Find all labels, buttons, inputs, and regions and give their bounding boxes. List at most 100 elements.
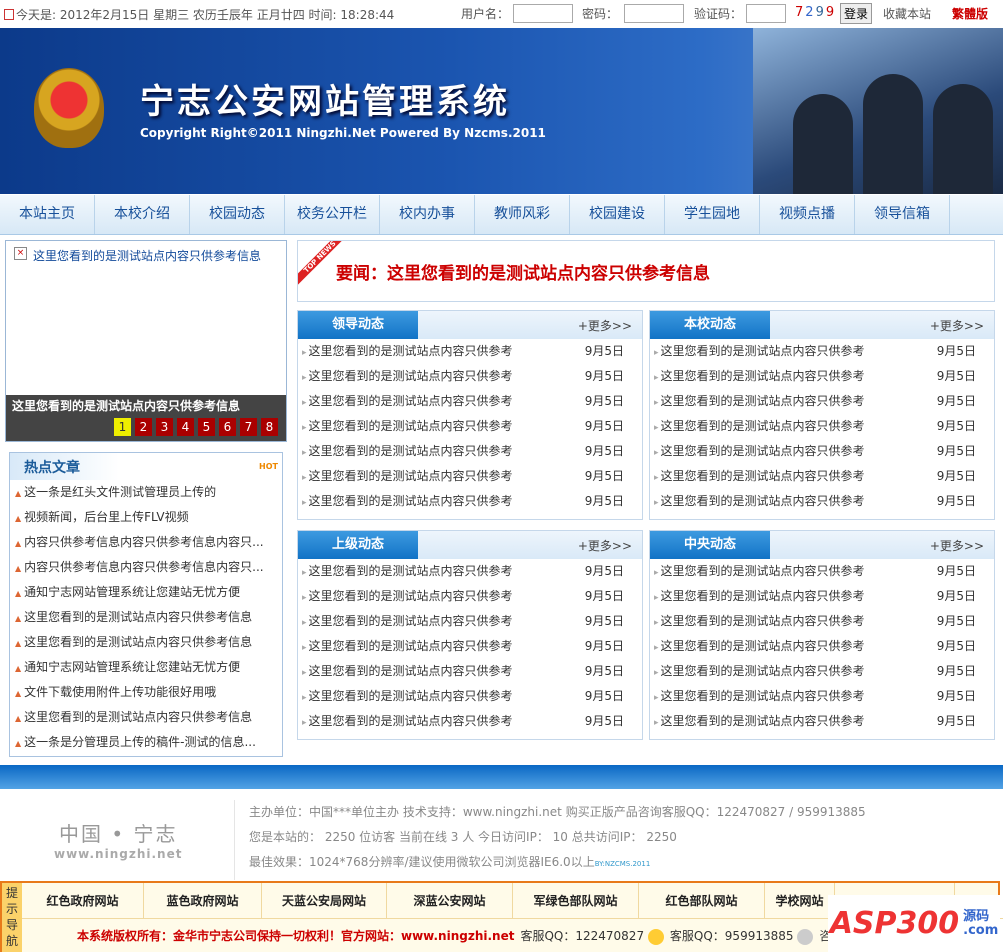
news-item[interactable]: 这里您看到的是测试站点内容只供参考 9月5日	[650, 439, 994, 464]
slide-page-button[interactable]: 1	[114, 418, 131, 436]
hot-article-item[interactable]: 这一条是分管理员上传的稿件-测试的信息...	[10, 730, 282, 755]
slide-page-button[interactable]: 7	[240, 418, 257, 436]
more-link[interactable]: +更多>>	[578, 537, 632, 554]
news-item-title[interactable]: 这里您看到的是测试站点内容只供参考	[654, 709, 865, 734]
news-item-title[interactable]: 这里您看到的是测试站点内容只供参考	[654, 414, 865, 439]
news-item-title[interactable]: 这里您看到的是测试站点内容只供参考	[302, 584, 513, 609]
slide-page-button[interactable]: 6	[219, 418, 236, 436]
news-item-title[interactable]: 这里您看到的是测试站点内容只供参考	[654, 339, 865, 364]
news-item-title[interactable]: 这里您看到的是测试站点内容只供参考	[654, 559, 865, 584]
news-item[interactable]: 这里您看到的是测试站点内容只供参考 9月5日	[298, 464, 642, 489]
news-item[interactable]: 这里您看到的是测试站点内容只供参考 9月5日	[650, 709, 994, 734]
hot-article-item[interactable]: 这里您看到的是测试站点内容只供参考信息	[10, 630, 282, 655]
news-item-title[interactable]: 这里您看到的是测试站点内容只供参考	[302, 339, 513, 364]
news-item[interactable]: 这里您看到的是测试站点内容只供参考 9月5日	[650, 659, 994, 684]
more-link[interactable]: +更多>>	[930, 537, 984, 554]
news-item[interactable]: 这里您看到的是测试站点内容只供参考 9月5日	[298, 659, 642, 684]
hot-article-item[interactable]: 这里您看到的是测试站点内容只供参考信息	[10, 705, 282, 730]
news-item-title[interactable]: 这里您看到的是测试站点内容只供参考	[302, 559, 513, 584]
news-item[interactable]: 这里您看到的是测试站点内容只供参考 9月5日	[298, 414, 642, 439]
nav-item[interactable]: 本校介绍	[95, 195, 190, 234]
slide-page-button[interactable]: 4	[177, 418, 194, 436]
nav-item[interactable]: 校园建设	[570, 195, 665, 234]
news-item-title[interactable]: 这里您看到的是测试站点内容只供参考	[654, 439, 865, 464]
hot-article-item[interactable]: 通知宁志网站管理系统让您建站无忧方便	[10, 655, 282, 680]
bookmark-link[interactable]: 收藏本站	[883, 5, 931, 22]
hot-article-item[interactable]: 内容只供参考信息内容只供参考信息内容只...	[10, 555, 282, 580]
hot-article-item[interactable]: 内容只供参考信息内容只供参考信息内容只...	[10, 530, 282, 555]
news-item[interactable]: 这里您看到的是测试站点内容只供参考 9月5日	[298, 439, 642, 464]
qq-icon[interactable]	[647, 928, 664, 945]
username-input[interactable]	[513, 4, 574, 23]
captcha-input[interactable]	[746, 4, 787, 23]
news-item[interactable]: 这里您看到的是测试站点内容只供参考 9月5日	[650, 489, 994, 514]
news-item-title[interactable]: 这里您看到的是测试站点内容只供参考	[654, 684, 865, 709]
news-item[interactable]: 这里您看到的是测试站点内容只供参考 9月5日	[650, 559, 994, 584]
login-button[interactable]: 登录	[840, 3, 873, 24]
news-item[interactable]: 这里您看到的是测试站点内容只供参考 9月5日	[298, 584, 642, 609]
bottom-nav-link[interactable]: 学校网站	[765, 883, 835, 919]
news-item-title[interactable]: 这里您看到的是测试站点内容只供参考	[302, 439, 513, 464]
news-item-title[interactable]: 这里您看到的是测试站点内容只供参考	[654, 659, 865, 684]
news-item-title[interactable]: 这里您看到的是测试站点内容只供参考	[302, 364, 513, 389]
news-item-title[interactable]: 这里您看到的是测试站点内容只供参考	[302, 634, 513, 659]
nav-item[interactable]: 学生园地	[665, 195, 760, 234]
news-item[interactable]: 这里您看到的是测试站点内容只供参考 9月5日	[298, 364, 642, 389]
nav-item[interactable]: 校园动态	[190, 195, 285, 234]
nav-item[interactable]: 教师风彩	[475, 195, 570, 234]
news-item[interactable]: 这里您看到的是测试站点内容只供参考 9月5日	[650, 414, 994, 439]
news-item-title[interactable]: 这里您看到的是测试站点内容只供参考	[302, 389, 513, 414]
news-item-title[interactable]: 这里您看到的是测试站点内容只供参考	[302, 609, 513, 634]
news-item-title[interactable]: 这里您看到的是测试站点内容只供参考	[302, 684, 513, 709]
news-item[interactable]: 这里您看到的是测试站点内容只供参考 9月5日	[650, 684, 994, 709]
nav-item[interactable]: 本站主页	[0, 195, 95, 234]
news-item[interactable]: 这里您看到的是测试站点内容只供参考 9月5日	[650, 584, 994, 609]
hot-article-item[interactable]: 文件下载使用附件上传功能很好用哦	[10, 680, 282, 705]
bottom-nav-link[interactable]: 军绿色部队网站	[513, 883, 639, 919]
bottom-nav-link[interactable]: 蓝色政府网站	[144, 883, 262, 919]
news-item[interactable]: 这里您看到的是测试站点内容只供参考 9月5日	[298, 684, 642, 709]
news-item-title[interactable]: 这里您看到的是测试站点内容只供参考	[654, 464, 865, 489]
news-item[interactable]: 这里您看到的是测试站点内容只供参考 9月5日	[298, 609, 642, 634]
qq-2[interactable]: 客服QQ：959913885	[670, 927, 814, 945]
slide-page-button[interactable]: 3	[156, 418, 173, 436]
nav-item[interactable]: 校内办事	[380, 195, 475, 234]
hot-article-item[interactable]: 视频新闻，后台里上传FLV视频	[10, 505, 282, 530]
bottom-nav-link[interactable]: 红色部队网站	[639, 883, 765, 919]
slide-caption[interactable]: 这里您看到的是测试站点内容只供参考信息	[12, 399, 240, 413]
news-item-title[interactable]: 这里您看到的是测试站点内容只供参考	[302, 709, 513, 734]
news-item-title[interactable]: 这里您看到的是测试站点内容只供参考	[302, 464, 513, 489]
news-item[interactable]: 这里您看到的是测试站点内容只供参考 9月5日	[650, 364, 994, 389]
news-item[interactable]: 这里您看到的是测试站点内容只供参考 9月5日	[298, 559, 642, 584]
news-item-title[interactable]: 这里您看到的是测试站点内容只供参考	[654, 389, 865, 414]
news-item[interactable]: 这里您看到的是测试站点内容只供参考 9月5日	[650, 339, 994, 364]
hot-article-item[interactable]: 这里您看到的是测试站点内容只供参考信息	[10, 605, 282, 630]
news-item-title[interactable]: 这里您看到的是测试站点内容只供参考	[302, 489, 513, 514]
password-input[interactable]	[624, 4, 685, 23]
nav-item[interactable]: 视频点播	[760, 195, 855, 234]
news-item[interactable]: 这里您看到的是测试站点内容只供参考 9月5日	[298, 489, 642, 514]
news-item-title[interactable]: 这里您看到的是测试站点内容只供参考	[654, 634, 865, 659]
news-item-title[interactable]: 这里您看到的是测试站点内容只供参考	[654, 584, 865, 609]
news-item-title[interactable]: 这里您看到的是测试站点内容只供参考	[302, 414, 513, 439]
slide-page-button[interactable]: 5	[198, 418, 215, 436]
bottom-nav-link[interactable]: 红色政府网站	[22, 883, 144, 919]
nav-item[interactable]: 校务公开栏	[285, 195, 380, 234]
news-item-title[interactable]: 这里您看到的是测试站点内容只供参考	[654, 489, 865, 514]
more-link[interactable]: +更多>>	[578, 317, 632, 334]
news-item-title[interactable]: 这里您看到的是测试站点内容只供参考	[302, 659, 513, 684]
news-item[interactable]: 这里您看到的是测试站点内容只供参考 9月5日	[298, 389, 642, 414]
slide-page-button[interactable]: 8	[261, 418, 278, 436]
nav-item[interactable]: 领导信箱	[855, 195, 950, 234]
headline-text[interactable]: 要闻：这里您看到的是测试站点内容只供参考信息	[336, 259, 710, 284]
news-item[interactable]: 这里您看到的是测试站点内容只供参考 9月5日	[298, 634, 642, 659]
news-item-title[interactable]: 这里您看到的是测试站点内容只供参考	[654, 609, 865, 634]
news-item[interactable]: 这里您看到的是测试站点内容只供参考 9月5日	[298, 709, 642, 734]
traditional-chinese-link[interactable]: 繁體版	[952, 5, 988, 22]
news-item[interactable]: 这里您看到的是测试站点内容只供参考 9月5日	[650, 634, 994, 659]
hot-article-item[interactable]: 这一条是红头文件测试管理员上传的	[10, 480, 282, 505]
bottom-nav-link[interactable]: 深蓝公安网站	[387, 883, 513, 919]
qq-icon[interactable]	[797, 928, 814, 945]
bottom-nav-link[interactable]: 天蓝公安局网站	[262, 883, 387, 919]
news-item[interactable]: 这里您看到的是测试站点内容只供参考 9月5日	[650, 464, 994, 489]
